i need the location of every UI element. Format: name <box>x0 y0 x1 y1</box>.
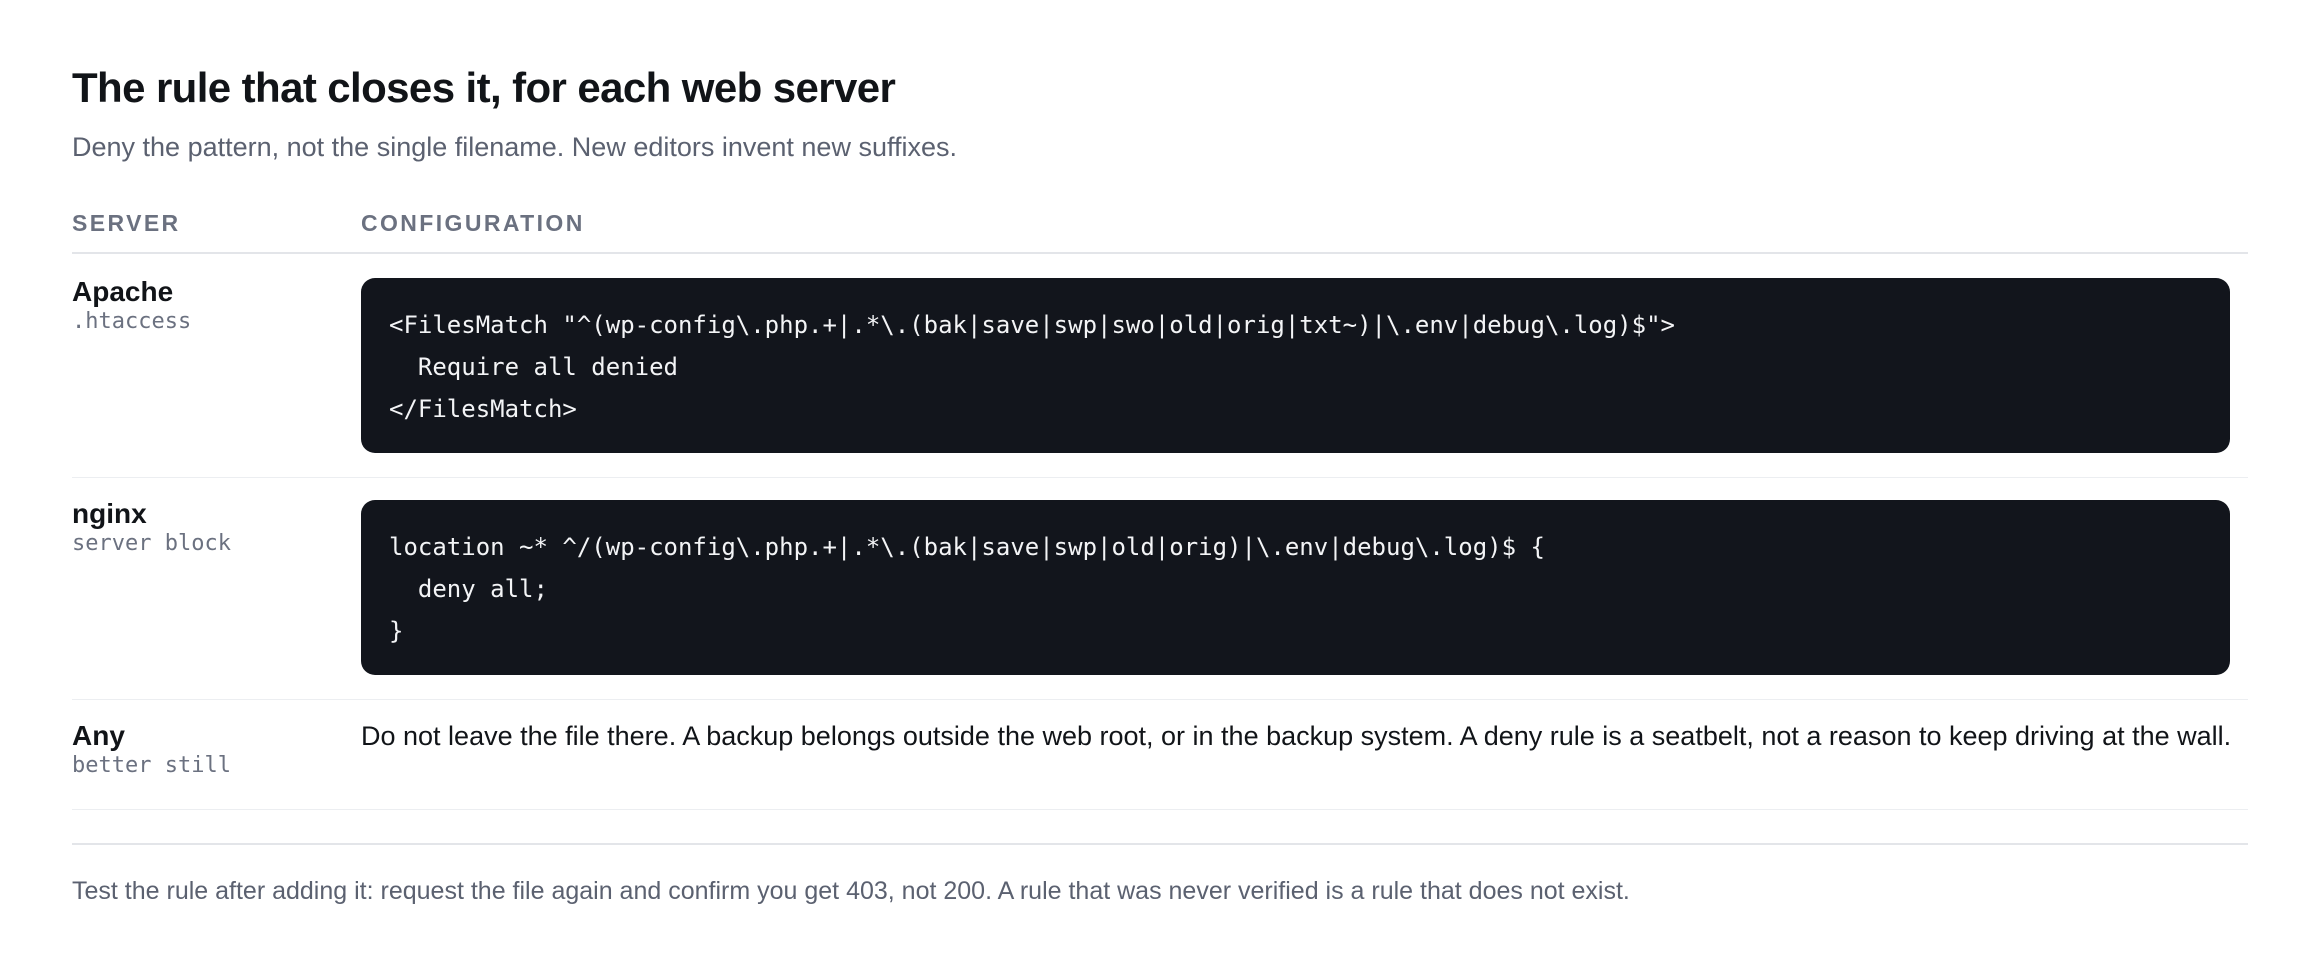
section-subtitle: Deny the pattern, not the single filenam… <box>72 132 957 162</box>
footer-note: Test the rule after adding it: request t… <box>72 877 1630 905</box>
server-cell: nginx server block <box>72 498 342 558</box>
code-block-apache: <FilesMatch "^(wp-config\.php.+|.*\.(bak… <box>361 278 2230 453</box>
server-context: server block <box>72 531 231 556</box>
server-cell: Apache .htaccess <box>72 276 342 336</box>
code-line: </FilesMatch> <box>389 395 577 423</box>
server-context: .htaccess <box>72 309 192 334</box>
server-name: Any <box>72 720 125 751</box>
section-title: The rule that closes it, for each web se… <box>72 64 896 111</box>
column-header-configuration: CONFIGURATION <box>361 210 585 236</box>
table-header: SERVER CONFIGURATION <box>72 210 2248 254</box>
footer-divider <box>72 843 2248 845</box>
server-cell: Any better still <box>72 720 342 780</box>
server-context: better still <box>72 753 231 778</box>
table-row-nginx: nginx server block location ~* ^/(wp-con… <box>72 478 2248 700</box>
server-name: Apache <box>72 276 174 307</box>
code-block-nginx: location ~* ^/(wp-config\.php.+|.*\.(bak… <box>361 500 2230 675</box>
recommendation-text: Do not leave the file there. A backup be… <box>361 721 2232 751</box>
server-name: nginx <box>72 498 147 529</box>
column-header-server: SERVER <box>72 210 181 236</box>
table-row-any: Any better still Do not leave the file t… <box>72 700 2248 810</box>
code-line: Require all denied <box>389 353 678 381</box>
code-line: } <box>389 617 404 645</box>
table-row-apache: Apache .htaccess <FilesMatch "^(wp-confi… <box>72 256 2248 478</box>
code-line: deny all; <box>389 575 548 603</box>
code-line: location ~* ^/(wp-config\.php.+|.*\.(bak… <box>389 533 1545 561</box>
code-line: <FilesMatch "^(wp-config\.php.+|.*\.(bak… <box>389 311 1675 339</box>
